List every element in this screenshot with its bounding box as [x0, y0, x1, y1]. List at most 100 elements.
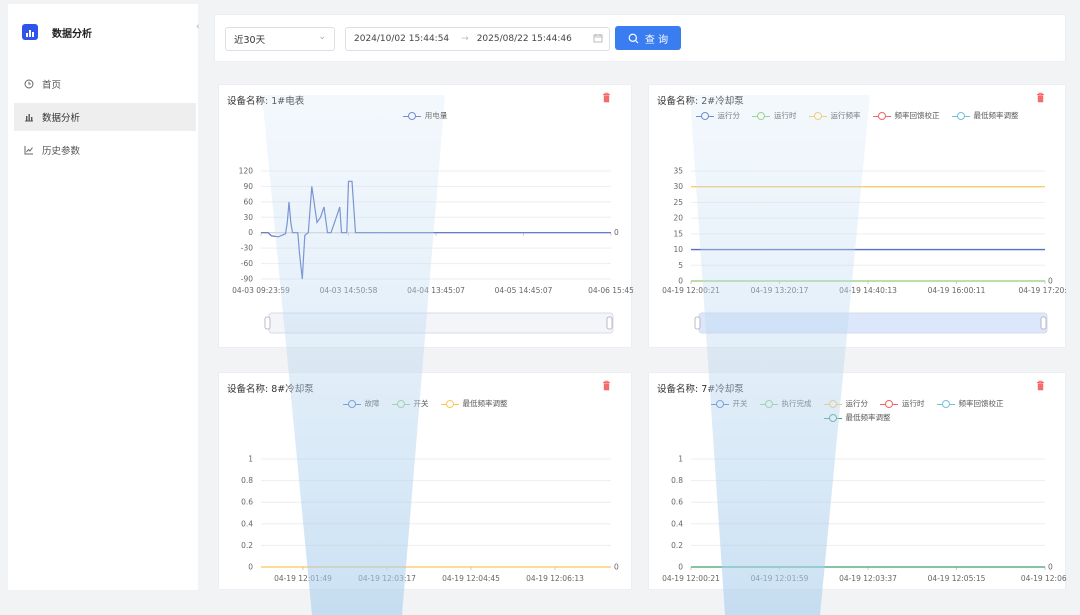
- legend-item[interactable]: 执行完成: [759, 397, 812, 411]
- app-title: 数据分析: [52, 28, 92, 40]
- filter-toolbar: 近30天 ⌄ 2024/10/02 15:44:54 → 2025/08/22 …: [214, 14, 1066, 62]
- chart-legend: 开关 执行完成 运行分 运行时 频率回馈校正最低频率调整: [649, 397, 1065, 425]
- sidebar-item-label: 首页: [42, 80, 62, 91]
- sidebar: 数据分析 ‹ 首页 数据分析 历史参数: [8, 4, 200, 590]
- legend-label: 执行完成: [781, 399, 812, 408]
- legend-swatch: [823, 414, 842, 422]
- legend-swatch: [752, 112, 770, 120]
- trash-icon[interactable]: [602, 380, 611, 391]
- sidebar-item-history[interactable]: 历史参数: [14, 136, 196, 164]
- legend-item[interactable]: 运行分: [695, 109, 741, 123]
- sidebar-item-data-analysis[interactable]: 数据分析: [14, 103, 196, 131]
- x-tick-label: 04-19 12:01:49: [274, 574, 332, 583]
- chart-card-4: 1 0.8 0.6 0.4 0.2 0 0 04-19 12:00:21 04-19 12:01…: [648, 372, 1067, 590]
- x-tick-label: 04-03 14:50:58: [320, 286, 378, 295]
- y-tick-label: 1: [248, 455, 253, 464]
- y-tick-label: 0: [248, 563, 253, 572]
- series-line-用电量: [261, 180, 611, 280]
- right-axis-label: 0: [1048, 563, 1053, 572]
- brand[interactable]: 数据分析: [22, 24, 92, 40]
- card-title: 设备名称: 8#冷却泵: [227, 384, 314, 395]
- x-tick-label: 04-06 15:45: [588, 286, 633, 295]
- range-select[interactable]: 近30天 ⌄: [225, 27, 335, 51]
- end-date: 2025/08/22 15:44:46: [476, 34, 572, 44]
- y-tick-label: -90: [241, 275, 253, 284]
- line-chart-icon: [24, 146, 33, 155]
- legend-item[interactable]: 运行时: [880, 397, 925, 411]
- y-tick-label: 0: [248, 228, 253, 237]
- legend-item[interactable]: 运行时: [752, 109, 797, 123]
- legend-item[interactable]: 故障: [342, 397, 380, 411]
- x-tick-label: 04-19 17:20:0: [1018, 286, 1067, 295]
- legend-item[interactable]: 最低频率调整: [951, 109, 1019, 123]
- trash-icon[interactable]: [1036, 380, 1045, 391]
- y-tick-label: 0.6: [241, 498, 253, 507]
- chart-card-1: 120 90 60 30 0 -30 -60 -90 0 04-03 09:23:59 04-03 …: [218, 84, 633, 348]
- legend-swatch: [880, 400, 898, 408]
- sidebar-item-label: 数据分析: [42, 113, 81, 124]
- chevron-down-icon: ⌄: [318, 32, 326, 42]
- y-tick-label: -60: [241, 259, 253, 268]
- legend-item[interactable]: 开关: [710, 397, 748, 411]
- trash-icon[interactable]: [602, 92, 611, 103]
- x-tick-label: 04-19 13:20:17: [751, 286, 809, 295]
- y-tick-label: 20: [673, 214, 683, 223]
- legend-label: 频率回馈校正: [894, 111, 940, 120]
- sidebar-item-label: 历史参数: [42, 146, 81, 157]
- x-tick-label: 04-05 14:45:07: [495, 286, 553, 295]
- legend-item[interactable]: 频率回馈校正: [936, 397, 1004, 411]
- chart-card-3: 1 0.8 0.6 0.4 0.2 0 0 04-19 12:01:49 04-19 12:03…: [218, 372, 632, 590]
- date-range-picker[interactable]: 2024/10/02 15:44:54 → 2025/08/22 15:44:4…: [345, 27, 610, 51]
- legend-item[interactable]: 用电量: [402, 109, 447, 123]
- zoom-slider-track[interactable]: [268, 312, 614, 334]
- x-tick-label: 04-19 12:01:59: [751, 574, 809, 583]
- sidebar-nav: 首页 数据分析 历史参数: [14, 70, 196, 169]
- legend-label: 故障: [364, 399, 380, 408]
- query-button[interactable]: 查 询: [615, 26, 681, 50]
- legend-item[interactable]: 最低频率调整: [440, 397, 508, 411]
- legend-item[interactable]: 频率回馈校正: [872, 109, 940, 123]
- zoom-slider-handle-left[interactable]: [264, 316, 271, 330]
- card-title: 设备名称: 2#冷却泵: [657, 96, 744, 107]
- y-tick-label: 0.8: [671, 476, 683, 485]
- legend-label: 运行频率: [830, 111, 861, 120]
- sidebar-item-home[interactable]: 首页: [14, 70, 196, 98]
- legend-item[interactable]: 开关: [391, 397, 429, 411]
- chart-legend: 用电量: [219, 109, 631, 123]
- legend-label: 开关: [732, 399, 748, 408]
- y-tick-label: -30: [241, 244, 253, 253]
- legend-item[interactable]: 运行分: [823, 397, 869, 411]
- y-tick-label: 0.4: [241, 519, 253, 528]
- card-title: 设备名称: 1#电表: [227, 96, 305, 107]
- y-tick-label: 1: [678, 455, 683, 464]
- x-tick-label: 04-19 14:40:13: [839, 286, 897, 295]
- legend-swatch: [695, 112, 714, 120]
- zoom-slider-track[interactable]: [698, 312, 1048, 334]
- zoom-slider-handle-right[interactable]: [1040, 316, 1047, 330]
- zoom-slider-handle-right[interactable]: [606, 316, 613, 330]
- chart-plot: 35302520151050 004-19 12:00:21 04-19 13:20…: [662, 167, 1067, 334]
- legend-label: 运行分: [845, 399, 869, 408]
- legend-swatch: [872, 112, 891, 120]
- x-tick-label: 04-19 12:06:13: [526, 574, 584, 583]
- x-tick-label: 04-19 12:05:15: [928, 574, 986, 583]
- legend-item[interactable]: 最低频率调整: [823, 411, 891, 425]
- y-tick-label: 30: [673, 182, 683, 191]
- chart-plot: 120 90 60 30 0 -30 -60 -90 0 04-03 09:23:59 04-03 …: [232, 167, 633, 334]
- x-tick-label: 04-19 12:06:: [1021, 574, 1067, 583]
- x-tick-label: 04-04 13:45:07: [407, 286, 465, 295]
- y-tick-label: 0: [678, 563, 683, 572]
- legend-swatch: [823, 400, 842, 408]
- bar-chart-icon: [25, 114, 33, 122]
- x-tick-label: 04-19 12:03:17: [358, 574, 416, 583]
- collapse-arrow-icon[interactable]: ‹: [196, 22, 200, 32]
- legend-item[interactable]: 运行频率: [808, 109, 861, 123]
- calendar-icon: [593, 34, 603, 43]
- y-tick-label: 0.8: [241, 476, 253, 485]
- trash-icon[interactable]: [1036, 92, 1045, 103]
- right-axis-label: 0: [614, 563, 619, 572]
- legend-label: 运行分: [717, 111, 741, 120]
- start-date: 2024/10/02 15:44:54: [354, 34, 450, 44]
- legend-swatch: [710, 400, 729, 408]
- zoom-slider-handle-left[interactable]: [694, 316, 701, 330]
